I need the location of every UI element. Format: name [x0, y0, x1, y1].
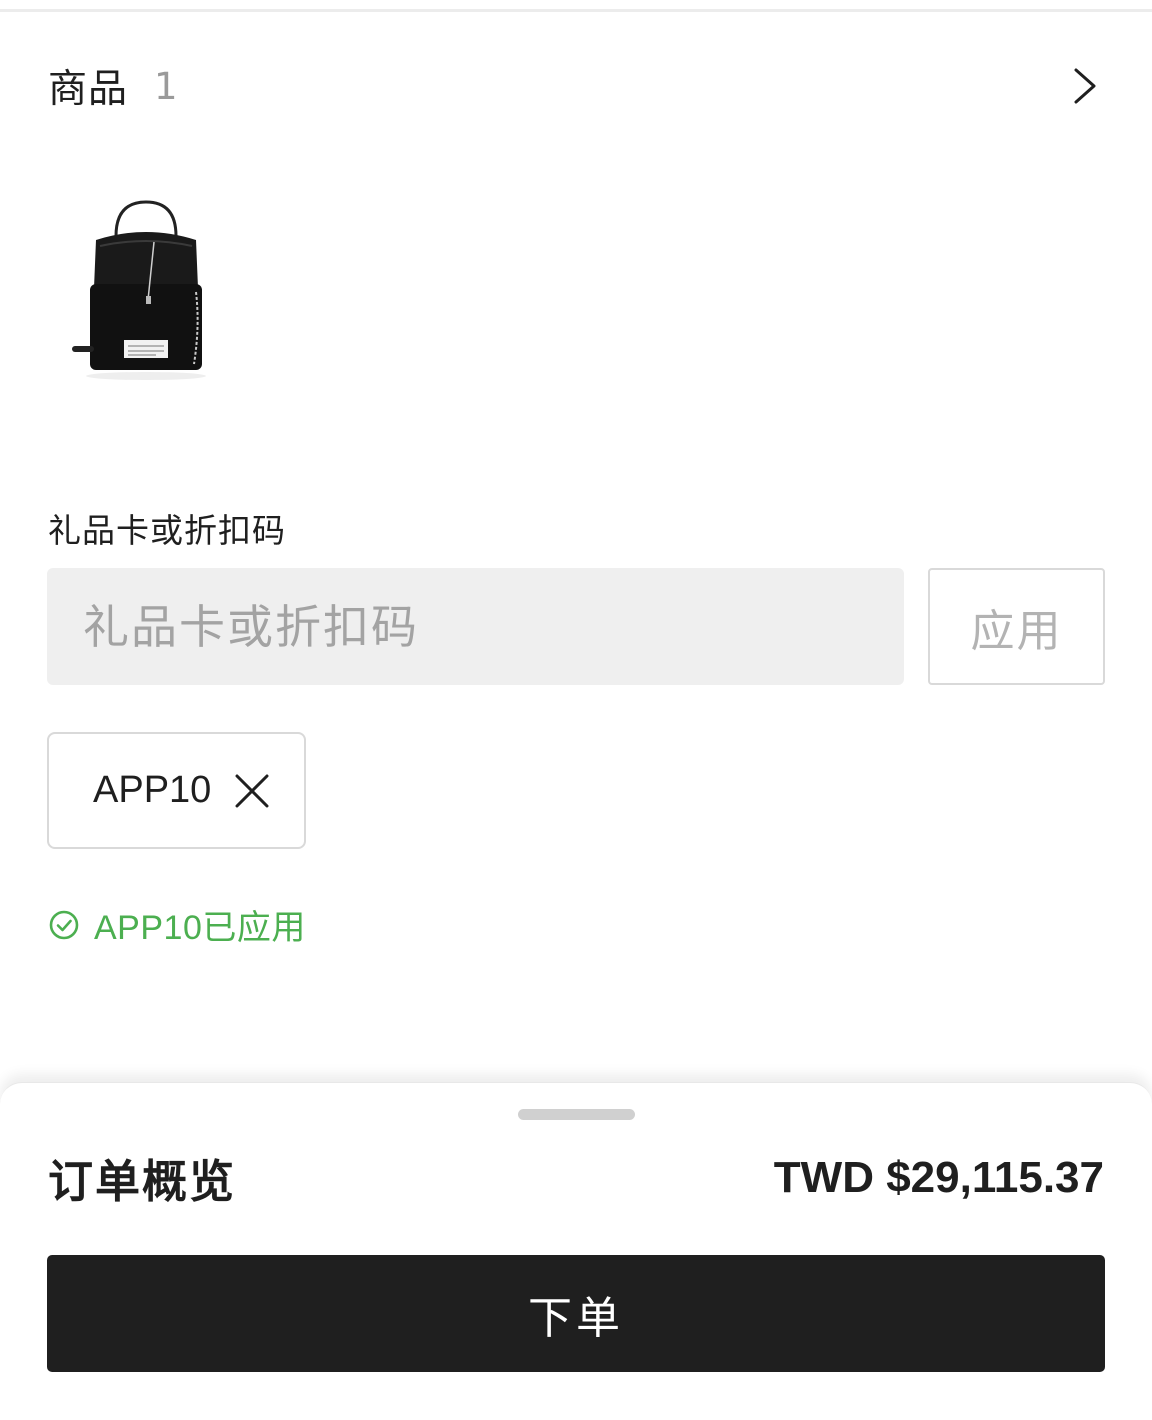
- applied-code-chip: APP10: [47, 732, 306, 849]
- apply-button[interactable]: 应用: [928, 568, 1105, 685]
- check-circle-icon: [49, 910, 79, 939]
- top-divider: [0, 9, 1152, 12]
- products-count: 1: [154, 64, 178, 108]
- applied-status: APP10已应用: [48, 900, 306, 949]
- close-icon[interactable]: [233, 772, 271, 810]
- promo-code-input[interactable]: [47, 568, 904, 685]
- products-title: 商品: [48, 67, 129, 112]
- products-header[interactable]: 商品 1: [48, 56, 1104, 116]
- order-summary-sheet: 订单概览 TWD $29,115.37 下单: [0, 1082, 1152, 1420]
- order-total: TWD $29,115.37: [773, 1153, 1104, 1202]
- place-order-button[interactable]: 下单: [47, 1255, 1105, 1372]
- applied-message: APP10已应用: [94, 909, 306, 947]
- sheet-drag-handle[interactable]: [518, 1109, 635, 1120]
- checkout-page: 商品 1 礼品卡或折扣码 应用 APP10: [0, 0, 1152, 1420]
- chevron-right-icon[interactable]: [1064, 64, 1104, 108]
- promo-code-label: 礼品卡或折扣码: [48, 511, 286, 550]
- order-summary-title: 订单概览: [48, 1155, 237, 1208]
- product-thumbnail[interactable]: [66, 196, 206, 386]
- applied-code-text: APP10: [93, 769, 212, 811]
